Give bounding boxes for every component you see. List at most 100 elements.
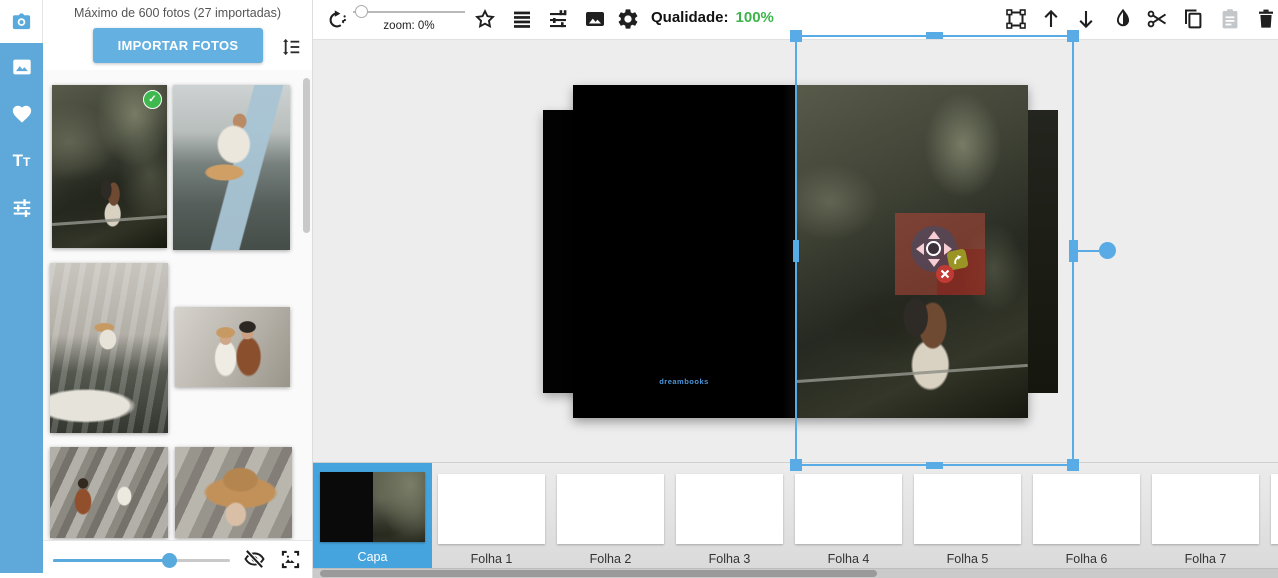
move-up-arrow-icon[interactable] [928,231,940,239]
selection-handle-top-right[interactable] [1067,30,1079,42]
filmstrip-page-folha-3[interactable]: Folha 3 [670,463,789,568]
sidebar-item-adjustments[interactable] [11,197,33,219]
photo-panel-footer [43,540,312,578]
photobook-editor: TT Máximo de 600 fotos (27 importadas) I… [0,0,1278,578]
page-thumbnail [1152,474,1259,544]
photo-panel: Máximo de 600 fotos (27 importadas) IMPO… [43,0,313,578]
remove-photo-icon[interactable] [936,265,954,283]
text-icon: TT [13,152,31,170]
photo-used-check-icon: ✓ [143,90,162,109]
rotate-icon[interactable] [325,7,349,31]
move-center-ring-icon[interactable] [926,241,941,256]
filmstrip-page-folha-1[interactable]: Folha 1 [432,463,551,568]
filmstrip-page-capa[interactable]: Capa [313,463,432,568]
rotation-handle-knob[interactable] [1099,242,1116,259]
photo-thumbnail-1[interactable]: ✓ [52,85,167,248]
cover-thumb-photo-half [373,472,426,542]
photo-drag-overlay[interactable] [895,213,985,295]
sidebar-item-images[interactable] [11,56,33,78]
settings-gear-icon[interactable] [616,7,640,31]
page-thumbnail [438,474,545,544]
selection-handle-top-middle[interactable] [926,32,943,39]
slider-fill [53,559,170,562]
layouts-menu-icon[interactable] [510,7,534,31]
sidebar-tools: TT [0,56,43,219]
quality-indicator: Qualidade: 100% [651,9,774,26]
delete-trash-icon[interactable] [1254,7,1278,31]
page-thumbnail [1271,474,1278,544]
page-label: Folha 1 [432,552,551,566]
move-down-arrow-icon[interactable] [928,259,940,267]
page-label: Folha 2 [551,552,670,566]
sidebar-item-favorites[interactable] [11,103,33,125]
hide-used-icon[interactable] [243,548,266,571]
camera-icon [10,10,33,33]
photo-thumbnail-5[interactable] [50,447,168,538]
quality-label: Qualidade: [651,9,729,26]
zoom-slider-knob[interactable] [355,5,368,18]
photo-thumbnail-3[interactable] [50,263,168,433]
favorite-star-icon[interactable] [473,7,497,31]
photo-thumbnail-2[interactable] [173,85,290,250]
page-label: Folha 6 [1027,552,1146,566]
filmstrip-page-partial[interactable] [1265,463,1278,568]
page-label: Capa [313,550,432,564]
selection-handle-bottom-right[interactable] [1067,459,1079,471]
cover-page-thumbnail [320,472,425,542]
photo-thumbnail-4[interactable] [175,307,290,387]
page-thumbnail [914,474,1021,544]
paste-icon-disabled[interactable] [1218,7,1242,31]
copy-icon[interactable] [1181,7,1205,31]
image-icon [11,56,33,78]
page-label: Folha 7 [1146,552,1265,566]
page-filmstrip: Capa Folha 1 Folha 2 Folha 3 Folha 4 Fol… [313,462,1278,568]
page-label: Folha 3 [670,552,789,566]
filmstrip-page-folha-2[interactable]: Folha 2 [551,463,670,568]
image-placeholder-icon[interactable] [279,548,302,571]
zoom-slider[interactable]: zoom: 0% [353,5,465,32]
selection-handle-middle-left[interactable] [793,240,799,262]
cover-brand-logo: dreambooks [573,377,795,386]
filmstrip-page-folha-6[interactable]: Folha 6 [1027,463,1146,568]
selection-handle-top-left[interactable] [790,30,802,42]
sidebar-item-camera[interactable] [0,0,43,43]
move-down-icon[interactable] [1074,7,1098,31]
photo-fill-icon[interactable] [583,7,607,31]
selection-handle-bottom-left[interactable] [790,459,802,471]
filmstrip-page-folha-7[interactable]: Folha 7 [1146,463,1265,568]
selection-handle-bottom-middle[interactable] [926,462,943,469]
import-photos-button[interactable]: IMPORTAR FOTOS [93,28,263,63]
photo-figures [84,170,137,242]
filmstrip-page-folha-4[interactable]: Folha 4 [789,463,908,568]
photo-panel-header: Máximo de 600 fotos (27 importadas) IMPO… [43,0,312,70]
move-left-arrow-icon[interactable] [916,243,924,255]
page-label: Folha 5 [908,552,1027,566]
cover-thumb-black-half [320,472,373,542]
move-up-icon[interactable] [1039,7,1063,31]
photo-thumbnail-6[interactable] [175,447,292,538]
filmstrip-page-folha-5[interactable]: Folha 5 [908,463,1027,568]
page-thumbnail [1033,474,1140,544]
photo-counter: Máximo de 600 fotos (27 importadas) [43,6,312,20]
tune-icon [11,197,33,219]
selection-handle-middle-right[interactable] [1069,240,1078,262]
quality-value: 100% [736,9,774,26]
thumbnail-size-slider[interactable] [53,552,230,568]
adjust-sliders-icon[interactable] [546,7,570,31]
page-thumbnail [795,474,902,544]
sort-order-icon[interactable] [280,36,302,58]
sidebar: TT [0,0,43,573]
sidebar-item-text[interactable]: TT [11,150,33,172]
contrast-icon[interactable] [1111,7,1135,31]
transform-frame-icon[interactable] [1004,7,1028,31]
filmstrip-scrollbar-thumb[interactable] [320,570,877,577]
cover-photo-figures [865,278,986,418]
filmstrip-horizontal-scrollbar[interactable] [313,568,1278,578]
cover-wrap-right [1028,110,1058,393]
cut-scissors-icon[interactable] [1145,7,1169,31]
page-thumbnail [676,474,783,544]
heart-icon [11,103,33,125]
slider-knob[interactable] [162,553,177,568]
page-thumbnail [557,474,664,544]
panel-vertical-scrollbar[interactable] [303,78,310,233]
